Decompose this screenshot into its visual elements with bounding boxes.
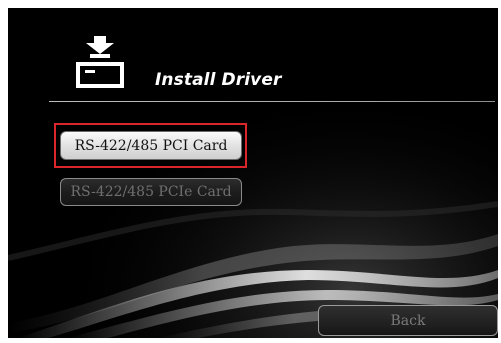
installer-window: Install Driver xyxy=(8,8,498,338)
download-card-icon xyxy=(76,36,124,88)
pci-card-button[interactable]: RS-422/485 PCI Card xyxy=(60,131,242,160)
header-divider xyxy=(49,101,495,102)
back-button[interactable]: Back xyxy=(318,305,498,336)
pcie-card-button[interactable]: RS-422/485 PCIe Card xyxy=(60,178,242,206)
page-title: Install Driver xyxy=(155,70,282,90)
